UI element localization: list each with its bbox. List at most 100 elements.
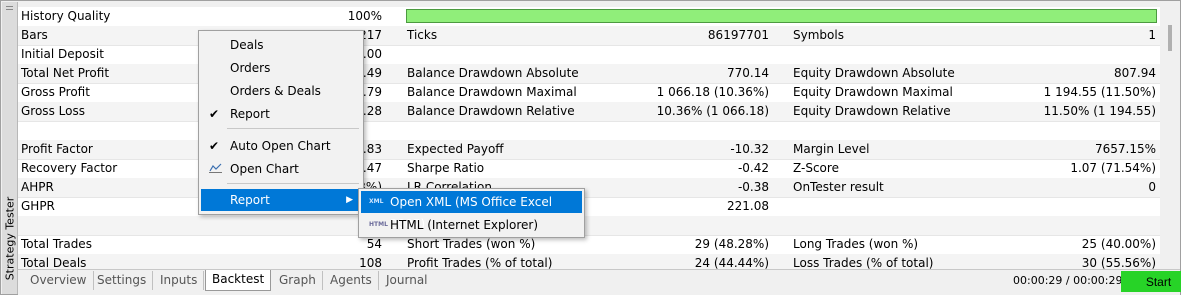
context-menu: Deals Orders Orders & Deals ✔ Report ✔ A…	[198, 30, 364, 215]
row-label-1: Gross Loss	[21, 104, 85, 118]
menu-item-deals[interactable]: Deals	[201, 34, 359, 56]
table-row: GHPR 221.08	[18, 197, 1160, 217]
row-label-2: Ticks	[407, 28, 438, 42]
panel-grip-icon[interactable]	[6, 6, 13, 10]
tab-backtest[interactable]: Backtest	[205, 270, 272, 291]
row-label-1: Total Deals	[21, 256, 87, 269]
row-value-1	[168, 216, 382, 235]
row-value-3: 1	[1148, 28, 1156, 42]
row-value-3: 30 (55.56%)	[1081, 256, 1156, 269]
row-value-2: 770.14	[727, 66, 769, 80]
table-row: History Quality 100%	[18, 7, 1160, 27]
panel-vertical-title[interactable]: Strategy Tester	[2, 2, 18, 294]
row-label-2: Balance Drawdown Relative	[407, 104, 575, 118]
menu-item-label: Report	[230, 107, 270, 121]
checkmark-icon: ✔	[209, 139, 220, 153]
history-quality-value: 100%	[347, 9, 382, 23]
menu-item-auto-open-chart[interactable]: ✔ Auto Open Chart	[201, 135, 359, 157]
row-value-2	[588, 121, 769, 140]
table-row: Gross Loss 4.28 Balance Drawdown Relative 1…	[18, 102, 1160, 122]
row-label-1: AHPR	[21, 180, 54, 194]
table-row: Gross Profit 6.79 Balance Drawdown Maximal…	[18, 83, 1160, 103]
row-value-3: 25 (40.00%)	[1081, 237, 1156, 251]
row-label-3: Z-Score	[793, 161, 839, 175]
menu-item-label: Orders	[230, 61, 271, 75]
tab-overview[interactable]: Overview	[24, 271, 94, 290]
menu-item-report[interactable]: ✔ Report	[201, 103, 359, 125]
row-label-3: Equity Drawdown Maximal	[793, 85, 953, 99]
row-value-2	[588, 216, 769, 235]
menu-item-open-chart[interactable]: Open Chart	[201, 158, 359, 180]
xml-file-icon: XML	[369, 198, 384, 205]
menu-item-label: Orders & Deals	[230, 84, 321, 98]
tab-inputs[interactable]: Inputs	[154, 271, 205, 290]
panel-title: Strategy Tester	[3, 196, 17, 281]
start-button[interactable]: Start	[1121, 271, 1181, 292]
history-quality-label: History Quality	[21, 9, 111, 23]
submenu-arrow-icon: ▶	[346, 195, 353, 205]
checkmark-icon: ✔	[209, 107, 220, 121]
tab-journal[interactable]: Journal	[380, 271, 434, 290]
menu-item-report-submenu[interactable]: Report ▶	[201, 189, 359, 211]
row-value-3	[978, 45, 1156, 64]
menu-item-label: Open Chart	[230, 162, 299, 176]
row-label-1: GHPR	[21, 199, 55, 213]
row-value-3: 7657.15%	[1094, 142, 1156, 156]
table-row	[18, 121, 1160, 141]
row-label-1: Profit Factor	[21, 142, 93, 156]
row-value-2: 29 (48.28%)	[694, 237, 769, 251]
row-value-3: 1 194.55 (11.50%)	[1043, 85, 1156, 99]
table-row: Recovery Factor 0.47 Sharpe Ratio -0.42 Z-Sc…	[18, 159, 1160, 179]
tab-graph[interactable]: Graph	[273, 271, 323, 290]
strategy-tester-window: Strategy Tester History Quality 100% Bar…	[0, 0, 1181, 295]
row-label-1: Initial Deposit	[21, 47, 104, 61]
menu-item-label: Deals	[230, 38, 264, 52]
row-value-3: 0	[1148, 180, 1156, 194]
row-label-3: Loss Trades (% of total)	[793, 256, 934, 269]
row-value-3: 807.94	[1114, 66, 1156, 80]
chart-line-icon	[209, 158, 222, 180]
menu-item-orders[interactable]: Orders	[201, 57, 359, 79]
row-value-2: -0.38	[737, 180, 769, 194]
row-label-2: Balance Drawdown Maximal	[407, 85, 577, 99]
row-label-2: Sharpe Ratio	[407, 161, 485, 175]
table-row: AHPR 3%) LR Correlation -0.38 OnTester resul…	[18, 178, 1160, 198]
report-submenu: XML Open XML (MS Office Excel 2007) HTML…	[358, 188, 585, 238]
row-label-1: Total Net Profit	[21, 66, 110, 80]
menu-item-label: HTML (Internet Explorer)	[390, 218, 538, 232]
tab-bar: Overview Settings Inputs Backtest Graph …	[18, 269, 1181, 295]
table-row: Total Net Profit 7.49 Balance Drawdown Abs…	[18, 64, 1160, 84]
results-table: History Quality 100% Bars 217 Ticks 8619770…	[18, 7, 1160, 269]
row-value-2: -10.32	[730, 142, 769, 156]
row-value-2: 1 066.18 (10.36%)	[656, 85, 769, 99]
menu-item-html[interactable]: HTML HTML (Internet Explorer)	[361, 214, 582, 236]
table-row: Profit Factor 0.83 Expected Payoff -10.32 Ma…	[18, 140, 1160, 160]
row-label-2: Profit Trades (% of total)	[407, 256, 553, 269]
row-value-2: 24 (44.44%)	[694, 256, 769, 269]
row-value-1: 108	[359, 256, 382, 269]
row-label-3: Equity Drawdown Relative	[793, 104, 951, 118]
elapsed-timer: 00:00:29 / 00:00:29	[1013, 274, 1123, 287]
tab-agents[interactable]: Agents	[324, 271, 379, 290]
menu-item-label: Report	[230, 193, 270, 207]
row-value-1: 54	[366, 237, 382, 251]
history-quality-bar	[406, 9, 1157, 23]
menu-separator	[227, 183, 359, 184]
menu-item-orders-deals[interactable]: Orders & Deals	[201, 80, 359, 102]
table-row: Initial Deposit .00	[18, 45, 1160, 65]
row-label-3: OnTester result	[793, 180, 884, 194]
row-label-1: Total Trades	[21, 237, 92, 251]
row-value-2: -0.42	[737, 161, 769, 175]
vertical-scrollbar[interactable]	[1161, 7, 1179, 269]
row-label-3: Symbols	[793, 28, 844, 42]
row-value-2	[588, 45, 769, 64]
menu-item-open-xml[interactable]: XML Open XML (MS Office Excel 2007)	[361, 191, 582, 231]
tab-settings[interactable]: Settings	[91, 271, 154, 290]
menu-separator	[227, 128, 359, 129]
table-row	[18, 216, 1160, 236]
row-label-3: Margin Level	[793, 142, 870, 156]
row-value-3	[978, 216, 1156, 235]
scrollbar-thumb[interactable]	[1168, 25, 1172, 51]
row-value-3	[978, 197, 1156, 216]
row-value-3	[978, 121, 1156, 140]
